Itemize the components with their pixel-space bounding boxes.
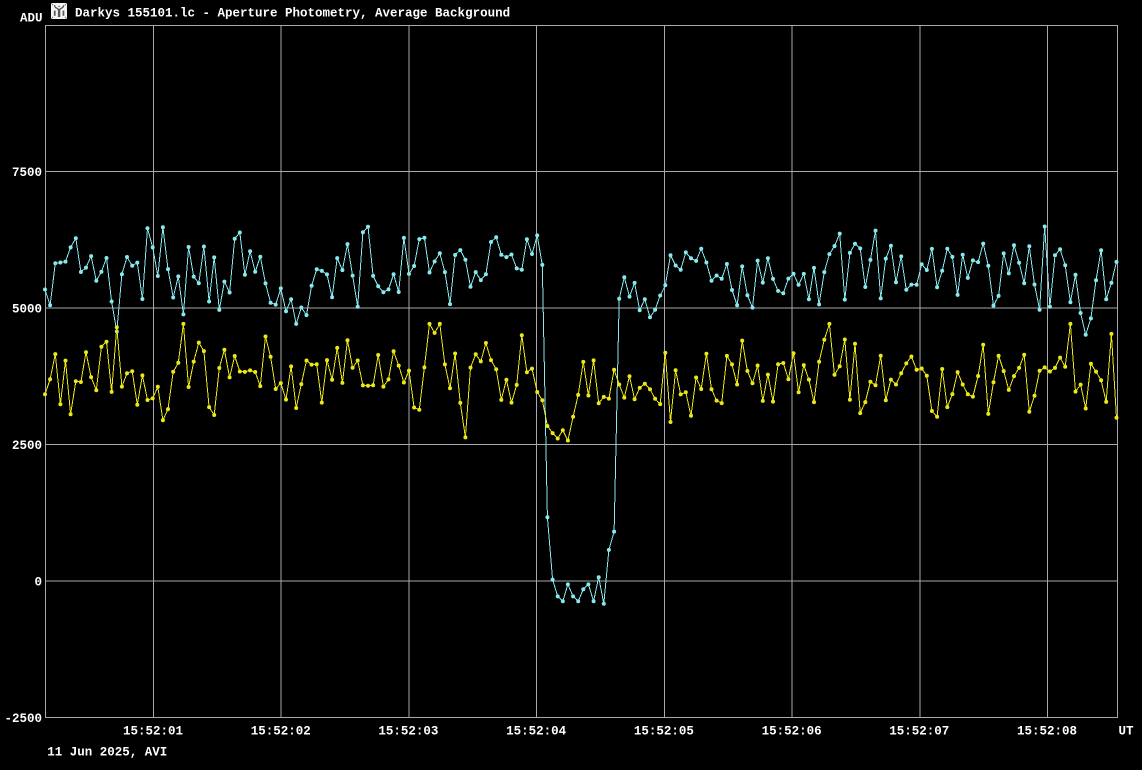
svg-text:Darkys 155101.lc - Aperture Ph: Darkys 155101.lc - Aperture Photometry, …: [75, 7, 510, 21]
svg-text:11 Jun 2025, AVI: 11 Jun 2025, AVI: [47, 746, 167, 760]
svg-text:15:52:07: 15:52:07: [889, 725, 949, 739]
svg-text:15:52:05: 15:52:05: [634, 725, 694, 739]
svg-text:7500: 7500: [12, 166, 42, 180]
svg-text:15:52:02: 15:52:02: [251, 725, 311, 739]
svg-text:5000: 5000: [12, 303, 42, 317]
svg-text:UT: UT: [1118, 725, 1134, 739]
svg-text:15:52:04: 15:52:04: [506, 725, 567, 739]
svg-text:15:52:03: 15:52:03: [378, 725, 438, 739]
svg-text:15:52:08: 15:52:08: [1017, 725, 1077, 739]
svg-text:ADU: ADU: [20, 11, 43, 25]
svg-text:-2500: -2500: [4, 712, 42, 726]
svg-text:15:52:06: 15:52:06: [762, 725, 822, 739]
svg-text:2500: 2500: [12, 439, 42, 453]
svg-text:15:52:01: 15:52:01: [123, 725, 183, 739]
svg-text:0: 0: [34, 576, 42, 590]
